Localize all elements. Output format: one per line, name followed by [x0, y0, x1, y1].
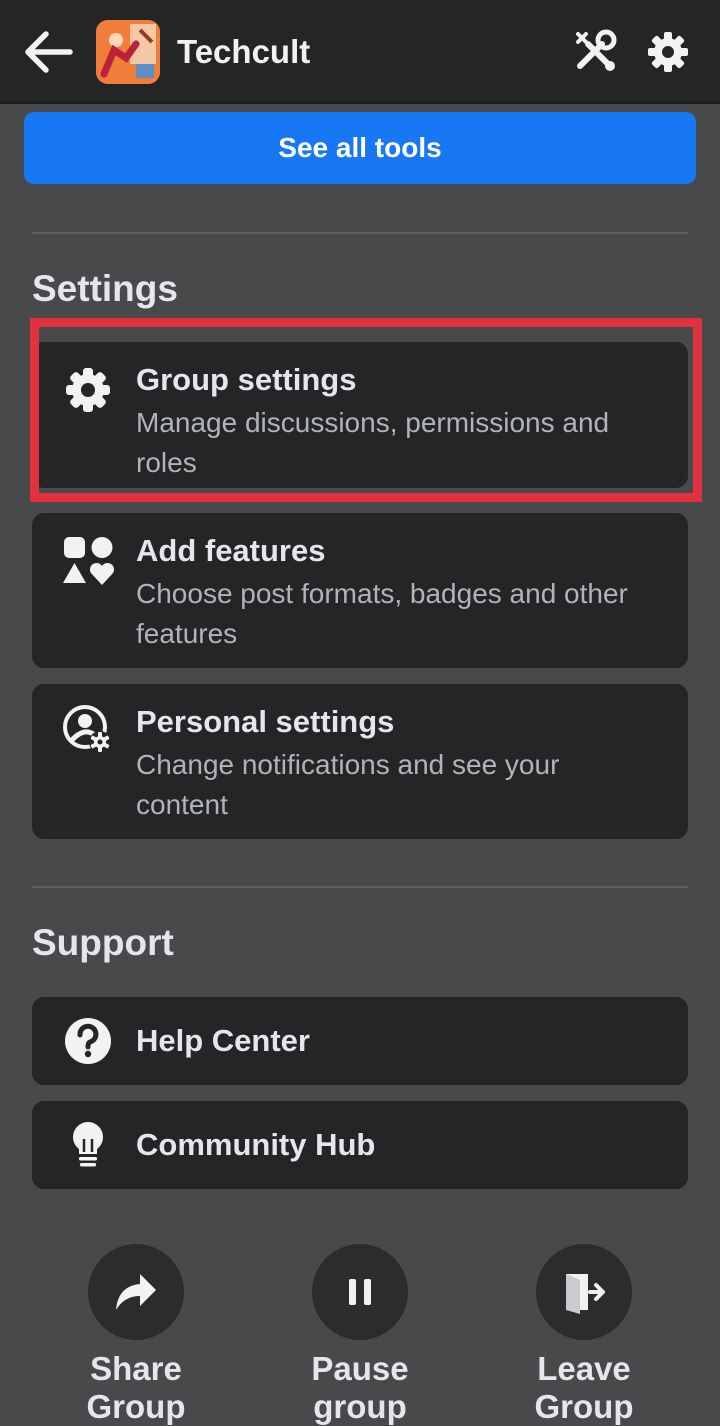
share-group-button[interactable]: Share Group	[46, 1244, 226, 1426]
share-button-circle	[88, 1244, 184, 1340]
pause-group-label: Pause group	[311, 1350, 409, 1425]
personal-settings-subtitle: Change notifications and see your conten…	[136, 749, 560, 820]
question-circle-icon	[65, 1018, 111, 1064]
leave-door-icon	[566, 1274, 605, 1314]
pause-button-circle	[312, 1244, 408, 1340]
shapes-icon	[63, 537, 114, 585]
community-hub-item[interactable]: Community Hub	[32, 1101, 688, 1189]
arrow-left-icon[interactable]	[22, 28, 74, 76]
leave-group-label: Leave Group	[534, 1350, 634, 1425]
admin-tools-icon[interactable]	[572, 28, 618, 74]
add-features-title: Add features	[136, 533, 326, 568]
group-name[interactable]: Techcult	[177, 30, 310, 74]
person-gear-icon	[63, 705, 111, 753]
support-section-title: Support	[32, 922, 174, 963]
pause-group-button[interactable]: Pause group	[270, 1244, 450, 1426]
group-avatar-image	[96, 20, 160, 84]
pause-icon	[349, 1279, 371, 1305]
divider	[32, 886, 688, 888]
divider	[32, 232, 688, 234]
leave-button-circle	[536, 1244, 632, 1340]
group-avatar[interactable]	[96, 20, 160, 84]
group-actions: Share Group Pause group Leave Group	[0, 1244, 720, 1426]
help-center-title: Help Center	[136, 1023, 310, 1058]
top-bar: Techcult	[0, 0, 720, 104]
highlight-box	[30, 318, 702, 502]
community-hub-title: Community Hub	[136, 1127, 376, 1162]
lightbulb-icon	[73, 1122, 103, 1167]
share-group-label: Share Group	[86, 1350, 186, 1425]
leave-group-button[interactable]: Leave Group	[494, 1244, 674, 1426]
settings-section-title: Settings	[32, 268, 178, 309]
personal-settings-title: Personal settings	[136, 704, 395, 739]
share-arrow-icon	[116, 1274, 156, 1310]
help-center-item[interactable]: Help Center	[32, 997, 688, 1085]
add-features-subtitle: Choose post formats, badges and other fe…	[136, 578, 628, 649]
personal-settings-item[interactable]: Personal settings Change notifications a…	[32, 684, 688, 839]
add-features-item[interactable]: Add features Choose post formats, badges…	[32, 513, 688, 668]
gear-icon[interactable]	[646, 30, 690, 74]
see-all-tools-button[interactable]: See all tools	[24, 112, 696, 184]
